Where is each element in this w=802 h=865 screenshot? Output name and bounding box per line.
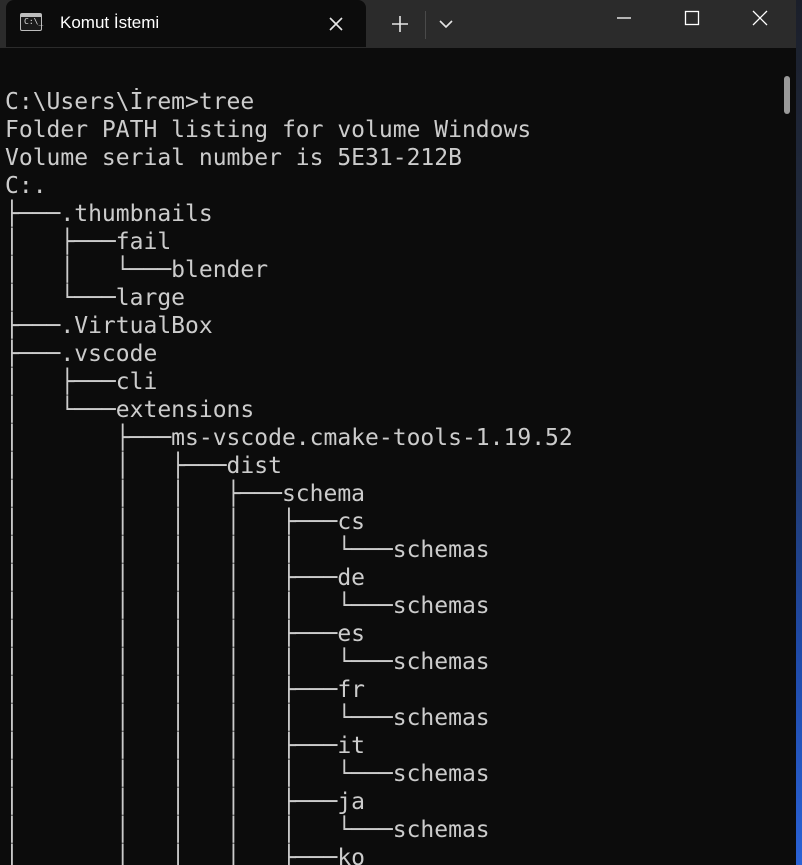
- terminal-output[interactable]: C:\Users\İrem>tree Folder PATH listing fo…: [5, 88, 784, 865]
- terminal-line: C:\Users\İrem>tree: [5, 89, 255, 115]
- terminal-window: C:\_ Komut İstemi C:\Users\İrem>tree Fol…: [0, 0, 802, 865]
- terminal-line: │ ├───cli: [5, 369, 158, 395]
- terminal-line: ├───.thumbnails: [5, 201, 213, 227]
- terminal-line: │ ├───fail: [5, 229, 172, 255]
- maximize-button[interactable]: [658, 0, 726, 36]
- terminal-line: Folder PATH listing for volume Windows: [5, 117, 532, 143]
- profiles-dropdown-button[interactable]: [432, 8, 460, 40]
- close-icon: [752, 10, 768, 26]
- chevron-down-icon: [439, 20, 453, 29]
- terminal-line: Volume serial number is 5E31-212B: [5, 145, 462, 171]
- terminal-line: │ │ │ │ ├───ja: [5, 789, 366, 815]
- terminal-line: │ │ │ │ │ └───schemas: [5, 705, 490, 731]
- terminal-line: │ │ │ │ ├───it: [5, 733, 366, 759]
- terminal-line: │ │ └───blender: [5, 257, 269, 283]
- terminal-line: │ │ │ │ │ └───schemas: [5, 761, 490, 787]
- title-bar-divider: [425, 11, 426, 39]
- terminal-line: │ │ ├───dist: [5, 453, 282, 479]
- terminal-line: │ │ │ │ │ └───schemas: [5, 537, 490, 563]
- minimize-button[interactable]: [590, 0, 658, 36]
- cmd-console-icon-glyph: C:\_: [24, 17, 44, 26]
- cmd-console-icon: C:\_: [20, 13, 44, 31]
- plus-icon: [392, 16, 408, 32]
- terminal-line: ├───.VirtualBox: [5, 313, 213, 339]
- terminal-line: │ │ │ │ │ └───schemas: [5, 593, 490, 619]
- desktop-background: [796, 0, 802, 865]
- terminal-line: │ │ │ ├───schema: [5, 481, 366, 507]
- terminal-line: │ │ │ │ │ └───schemas: [5, 649, 490, 675]
- tab-command-prompt[interactable]: C:\_ Komut İstemi: [6, 0, 366, 47]
- minimize-icon: [617, 17, 631, 19]
- close-icon[interactable]: [324, 12, 348, 36]
- close-window-button[interactable]: [726, 0, 794, 36]
- tab-title: Komut İstemi: [60, 13, 160, 32]
- terminal-line: │ └───extensions: [5, 397, 255, 423]
- terminal-line: │ │ │ │ ├───fr: [5, 677, 366, 703]
- terminal-line: │ └───large: [5, 285, 186, 311]
- terminal-line: C:.: [5, 173, 47, 199]
- maximize-icon: [684, 10, 700, 26]
- terminal-line: │ │ │ │ ├───es: [5, 621, 366, 647]
- scrollbar-thumb[interactable]: [784, 76, 790, 114]
- terminal-line: │ │ │ │ ├───de: [5, 565, 366, 591]
- terminal-line: │ ├───ms-vscode.cmake-tools-1.19.52: [5, 425, 573, 451]
- new-tab-button[interactable]: [384, 8, 416, 40]
- terminal-line: │ │ │ │ ├───ko: [5, 845, 366, 865]
- terminal-line: ├───.vscode: [5, 341, 158, 367]
- title-bar[interactable]: C:\_ Komut İstemi: [0, 0, 802, 48]
- terminal-line: │ │ │ │ ├───cs: [5, 509, 366, 535]
- terminal-line: │ │ │ │ │ └───schemas: [5, 817, 490, 843]
